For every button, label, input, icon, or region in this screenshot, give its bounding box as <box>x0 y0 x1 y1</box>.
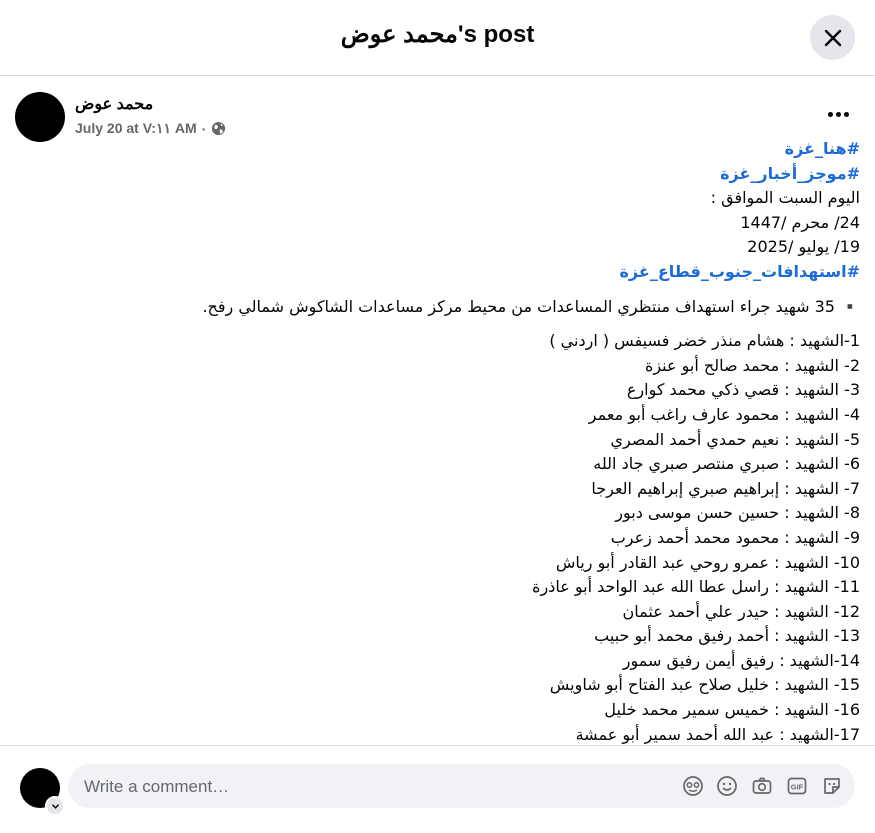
post-text-line: 14-الشهيد : رفيق أيمن رفيق سمور <box>622 650 860 670</box>
post-text-line: 2- الشهيد : محمد صالح أبو عنزة <box>644 355 860 375</box>
post-text-line: 24/ محرم /1447 <box>740 212 860 232</box>
comment-composer: GIF <box>0 745 875 833</box>
close-icon <box>824 29 841 46</box>
meta-separator: · <box>201 120 207 137</box>
dialog-title: محمد عوض's post <box>340 21 535 48</box>
chevron-down-icon[interactable] <box>45 796 65 816</box>
dot <box>843 111 849 117</box>
globe-icon[interactable] <box>211 121 226 136</box>
hashtag-link[interactable]: #استهدافات_جنوب_قطاع_غزة <box>20 260 860 285</box>
post-text-line: 17-الشهيد : عبد الله أحمد سمير أبو عمشة <box>575 724 860 744</box>
camera-icon[interactable] <box>751 775 773 797</box>
post-text-line: 8- الشهيد : حسين حسن موسى دبور <box>615 503 860 523</box>
post-text-line: 15- الشهيد : خليل صلاح عبد الفتاح أبو شا… <box>549 675 860 695</box>
comment-box[interactable]: GIF <box>68 764 855 810</box>
sticker-icon[interactable] <box>821 775 843 797</box>
post-body: #هنا_غزة #موجز_أخبار_غزة اليوم السبت الموا… <box>20 137 860 744</box>
post-text-line: 13- الشهيد : أحمد رفيق محمد أبو حبيب <box>594 626 860 646</box>
post-text-line: 1-الشهيد : هشام منذر خضر فسيفس ( اردني ) <box>549 331 860 351</box>
post-timestamp[interactable]: July 20 at V:١١ AM <box>75 120 197 137</box>
post-text-line: 16- الشهيد : خميس سمير محمد خليل <box>604 700 860 720</box>
post-text-line: 12- الشهيد : حيدر علي أحمد عثمان <box>622 601 861 621</box>
post-text-line: 7- الشهيد : إبراهيم صبري إبراهيم العرجا <box>591 478 860 498</box>
dialog-header: محمد عوض's post <box>0 0 875 76</box>
dot <box>835 111 841 117</box>
author-avatar[interactable] <box>15 92 65 142</box>
post-text-line: 19/ يوليو /2025 <box>747 237 860 257</box>
post-text-line: 6- الشهيد : صبري منتصر صبري جاد الله <box>593 454 860 474</box>
post-text-line: 10- الشهيد : عمرو روحي عبد القادر أبو ري… <box>555 552 860 572</box>
post-text-line: 11- الشهيد : راسل عطا الله عبد الواحد أب… <box>532 577 860 597</box>
avatar-sticker-icon[interactable] <box>682 775 704 797</box>
post-text-line: 4- الشهيد : محمود عارف راغب أبو معمر <box>588 404 860 424</box>
dot <box>827 111 833 117</box>
author-name[interactable]: محمد عوض <box>75 94 153 114</box>
post-options-button[interactable] <box>820 100 856 128</box>
svg-text:GIF: GIF <box>791 783 804 792</box>
post-text-line: اليوم السبت الموافق : <box>710 188 860 208</box>
comment-input[interactable] <box>82 764 646 810</box>
post-text-line: 5- الشهيد : نعيم حمدي أحمد المصري <box>610 429 860 449</box>
post-text-line: 9- الشهيد : محمود محمد أحمد زعرب <box>610 527 860 547</box>
post-text-line: 3- الشهيد : قصي ذكي محمد كوارع <box>626 380 860 400</box>
gif-icon[interactable]: GIF <box>786 775 808 797</box>
post-meta: July 20 at V:١١ AM · <box>75 120 226 137</box>
emoji-icon[interactable] <box>716 775 738 797</box>
hashtag-link[interactable]: #هنا_غزة <box>20 137 860 162</box>
hashtag-link[interactable]: #موجز_أخبار_غزة <box>20 162 860 187</box>
post-scroll-area[interactable]: محمد عوض July 20 at V:١١ AM · #هنا_غزة #م… <box>0 76 875 744</box>
post-text-line: ▪️ 35 شهيد جراء استهداف منتظري المساعدات… <box>202 296 860 316</box>
close-button[interactable] <box>810 15 855 60</box>
